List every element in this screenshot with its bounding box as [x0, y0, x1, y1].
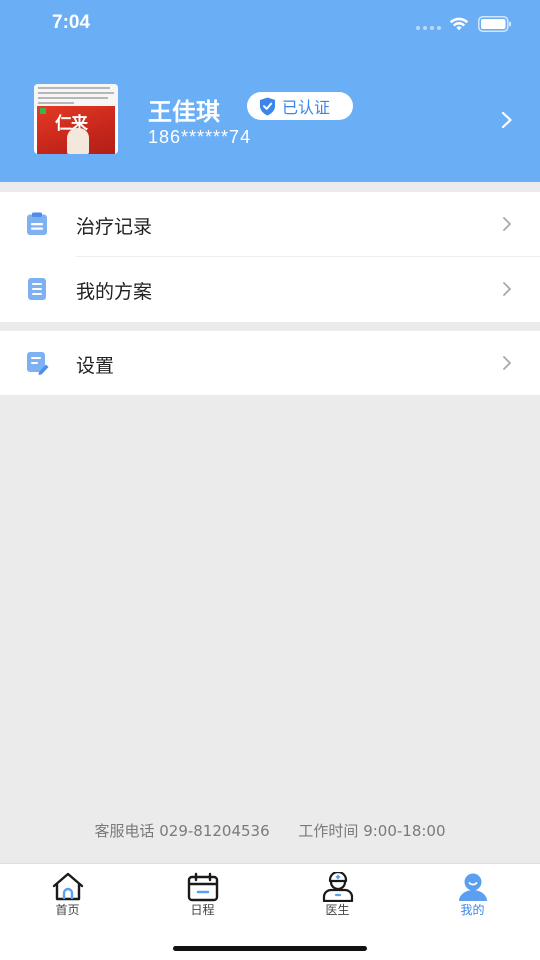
menu-label: 我的方案 — [76, 281, 153, 303]
document-list-icon — [28, 278, 46, 300]
tab-schedule[interactable]: 日程 — [135, 864, 270, 924]
verified-badge: 已认证 — [247, 92, 353, 120]
menu-group-settings: 设置 — [0, 331, 540, 395]
menu-label: 设置 — [76, 355, 115, 377]
profile-card[interactable]: 仁来 王佳琪 已认证 186******74 — [0, 84, 540, 156]
avatar[interactable]: 仁来 — [34, 84, 118, 154]
doctor-icon — [322, 872, 354, 902]
service-info: 客服电话 029-81204536 工作时间 9:00-18:00 — [0, 820, 540, 841]
service-hours: 工作时间 9:00-18:00 — [298, 822, 446, 840]
user-icon — [459, 873, 487, 901]
user-name: 王佳琪 — [148, 98, 220, 126]
signal-icon — [416, 26, 441, 30]
shield-check-icon — [260, 97, 275, 115]
menu-group-records: 治疗记录 我的方案 — [0, 192, 540, 322]
tab-label: 首页 — [55, 903, 80, 917]
user-phone: 186******74 — [148, 127, 252, 147]
profile-screen: 7:04 仁来 王佳琪 已认证 186******74 治疗记录 我的方案 设置… — [0, 0, 540, 960]
tab-label: 我的 — [460, 903, 485, 917]
tab-doctor[interactable]: 医生 — [270, 864, 405, 924]
wifi-icon — [449, 17, 469, 31]
chevron-right-icon — [503, 356, 511, 370]
menu-item-treatment-records[interactable]: 治疗记录 — [0, 192, 540, 257]
battery-icon — [478, 16, 511, 32]
tab-mine[interactable]: 我的 — [405, 864, 540, 924]
verified-label: 已认证 — [282, 98, 331, 117]
menu-label: 治疗记录 — [76, 216, 153, 238]
tab-label: 医生 — [325, 903, 350, 917]
chevron-right-icon — [503, 217, 511, 231]
chevron-right-icon — [503, 282, 511, 296]
menu-item-settings[interactable]: 设置 — [0, 331, 540, 396]
edit-document-icon — [27, 352, 49, 375]
chevron-right-icon[interactable] — [501, 111, 513, 129]
status-bar: 7:04 — [0, 0, 540, 48]
service-hotline: 客服电话 029-81204536 — [94, 822, 270, 840]
clipboard-icon — [27, 212, 47, 235]
calendar-icon — [187, 872, 219, 902]
menu-item-my-plan[interactable]: 我的方案 — [0, 257, 540, 322]
home-icon — [52, 872, 84, 901]
status-time: 7:04 — [52, 12, 91, 33]
home-indicator[interactable] — [173, 946, 367, 951]
profile-header: 7:04 仁来 王佳琪 已认证 186******74 — [0, 0, 540, 182]
tab-label: 日程 — [190, 903, 215, 917]
tab-home[interactable]: 首页 — [0, 864, 135, 924]
